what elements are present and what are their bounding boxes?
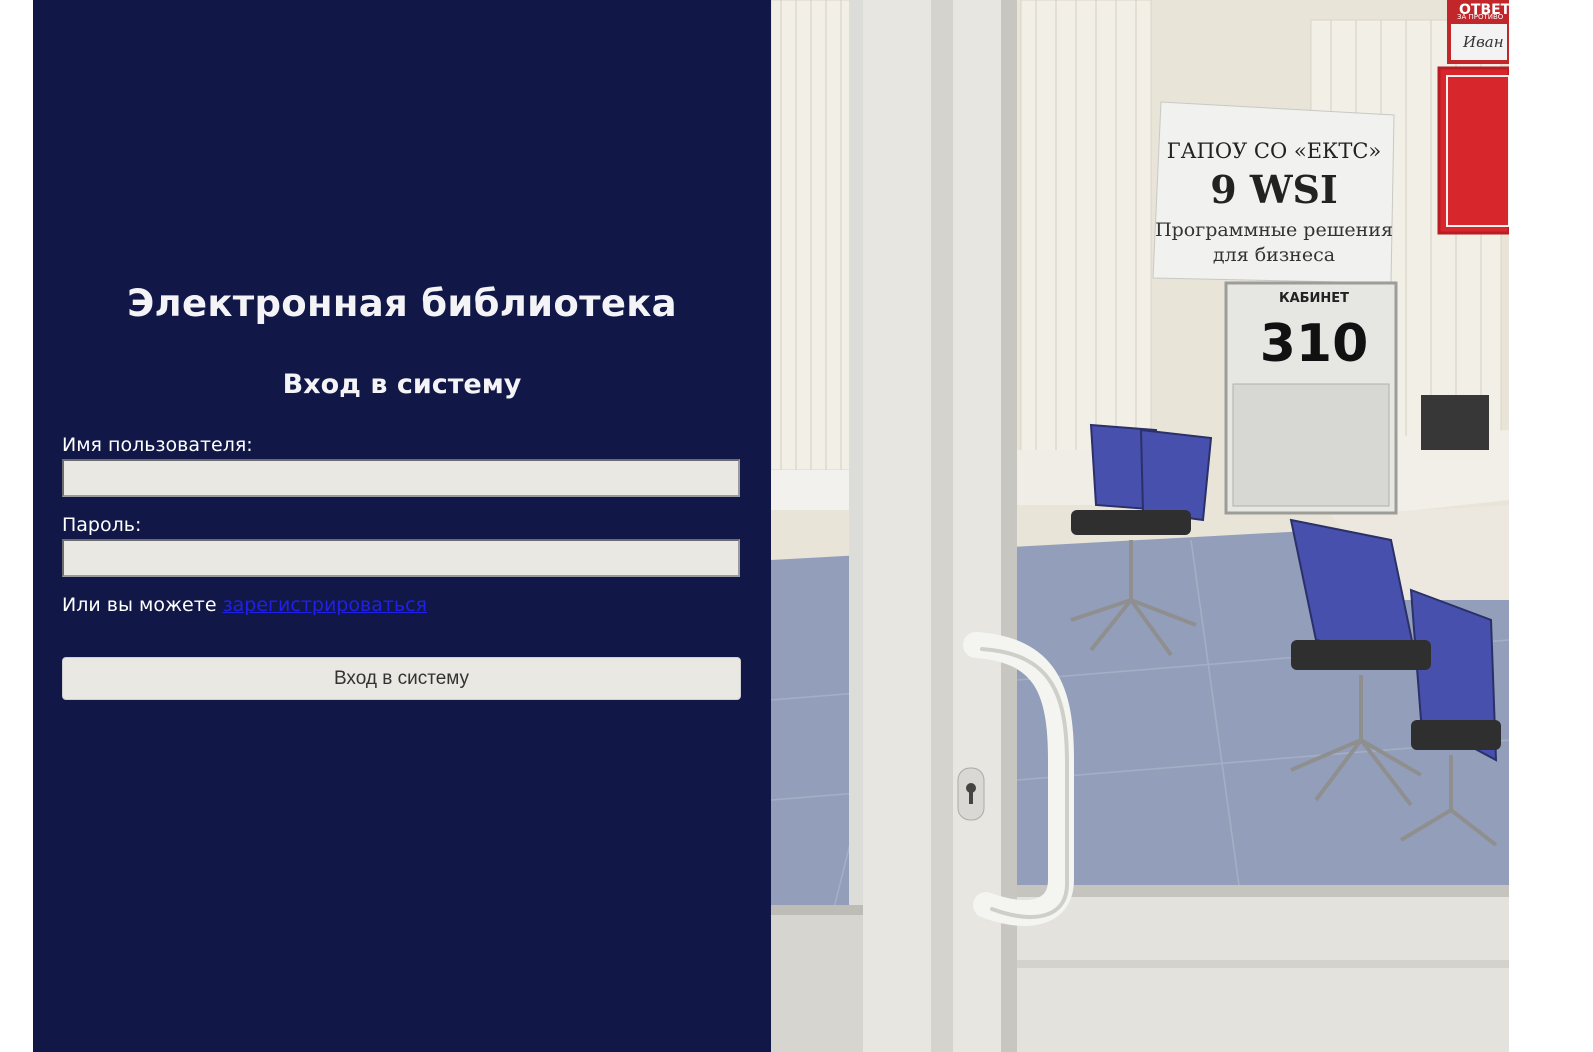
page-title: Электронная библиотека (127, 282, 677, 325)
register-prefix: Или вы можете (62, 594, 217, 616)
login-panel: Электронная библиотека Вход в систему Им… (33, 0, 771, 1052)
register-link[interactable]: зарегистрироваться (223, 594, 427, 616)
login-heading: Вход в систему (282, 369, 522, 400)
sign-line1-text: Программные решения (1155, 219, 1393, 241)
username-input[interactable] (62, 459, 740, 497)
login-button[interactable]: Вход в систему (62, 657, 741, 700)
register-prompt: Или вы можете зарегистрироваться (62, 594, 427, 616)
office-door-photo: ГАПОУ СО «ЕКТС» 9 WSI Программные решени… (771, 0, 1509, 1052)
red-sign-sub-text: ЗА ПРОТИВО (1457, 13, 1504, 21)
room-number-text: 310 (1260, 314, 1369, 374)
door-photo-illustration: ГАПОУ СО «ЕКТС» 9 WSI Программные решени… (771, 0, 1509, 1052)
password-label: Пароль: (62, 514, 142, 536)
password-input[interactable] (62, 539, 740, 577)
sign-code-text: 9 WSI (1210, 167, 1338, 212)
red-sign-name-text: Иван (1462, 33, 1504, 51)
sign-org-text: ГАПОУ СО «ЕКТС» (1167, 139, 1382, 163)
sign-line2-text: для бизнеса (1213, 244, 1335, 266)
room-label-text: КАБИНЕТ (1279, 291, 1349, 306)
username-label: Имя пользователя: (62, 434, 253, 456)
